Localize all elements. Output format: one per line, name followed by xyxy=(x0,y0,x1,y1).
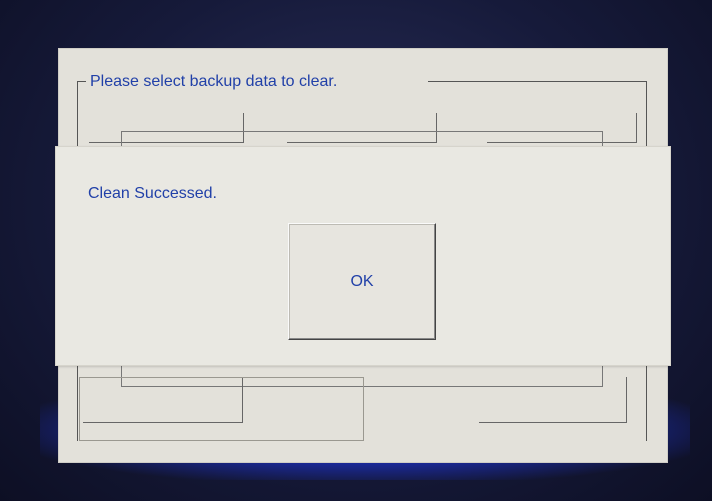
dialog-message: Clean Successed. xyxy=(88,185,217,202)
backup-slot xyxy=(79,377,364,441)
screen: Please select backup data to clear. Clea… xyxy=(0,0,712,501)
backup-slot xyxy=(479,377,627,423)
ok-button[interactable]: OK xyxy=(288,223,436,340)
clean-success-dialog: Clean Successed. OK xyxy=(55,146,671,366)
backup-group-title: Please select backup data to clear. xyxy=(87,73,341,91)
